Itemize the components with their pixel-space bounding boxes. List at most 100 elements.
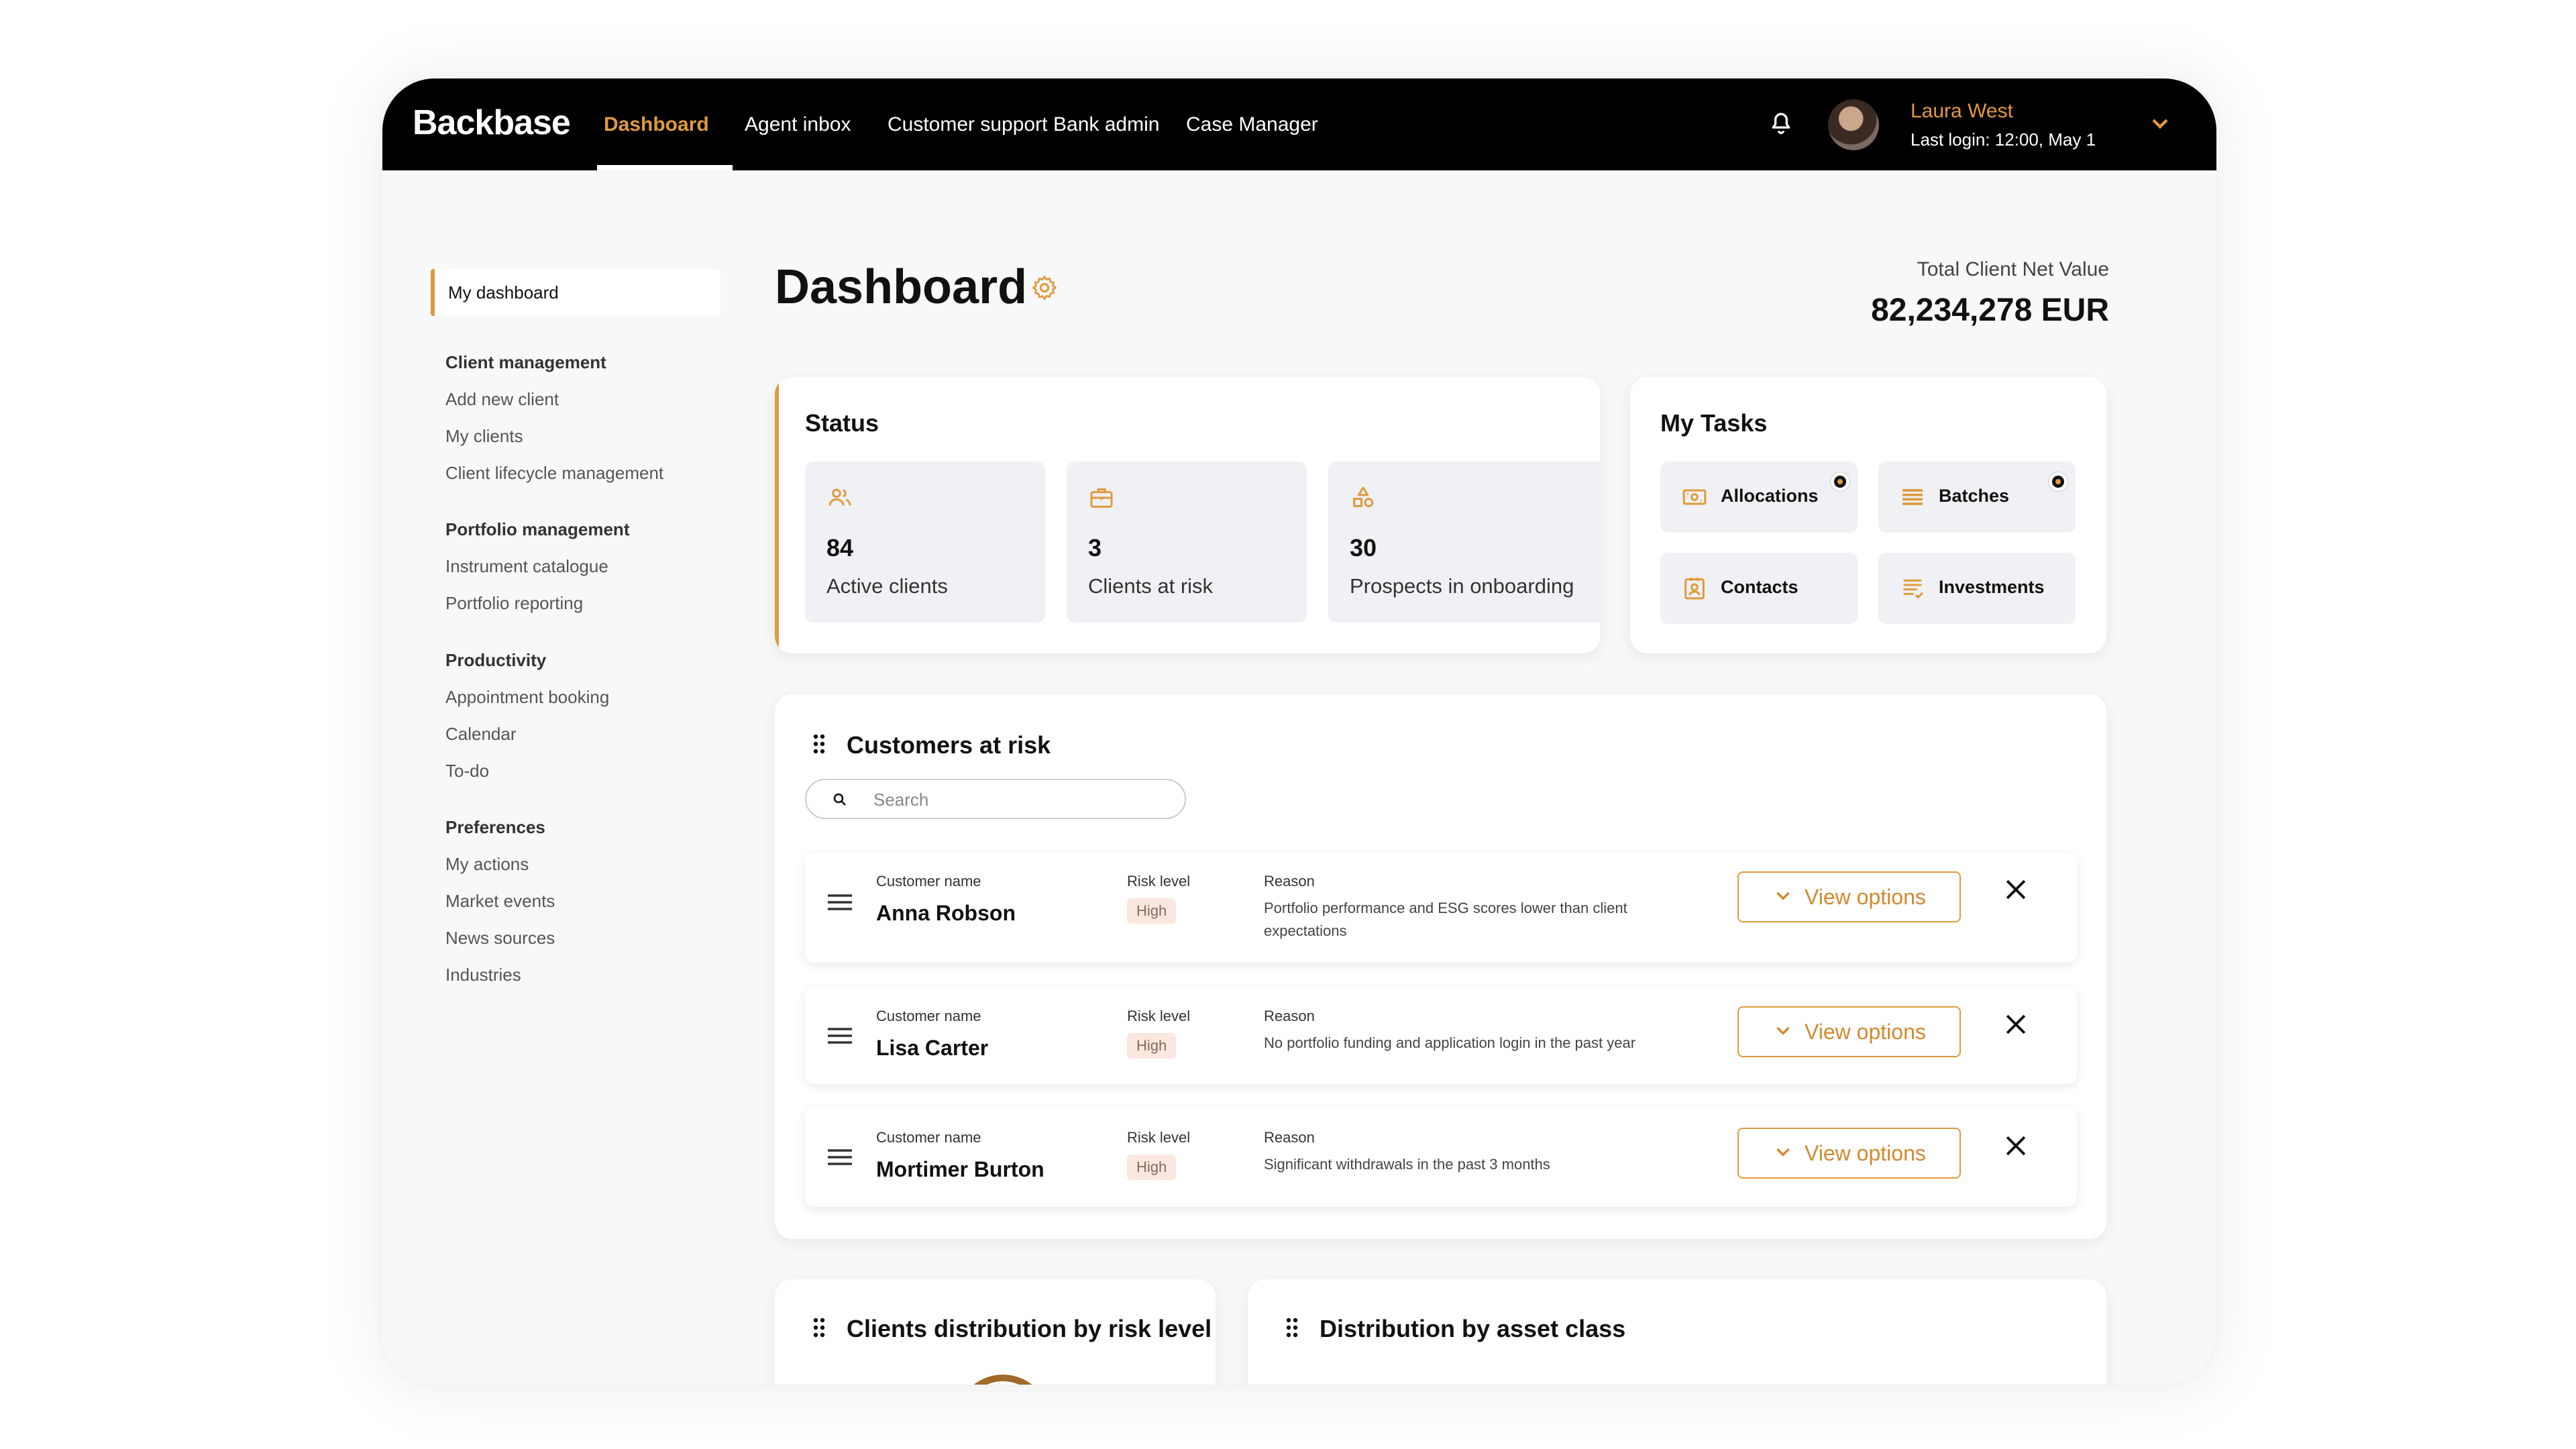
sidebar-item-my-actions[interactable]: My actions <box>445 854 529 875</box>
stat-tile-clients-at-risk[interactable]: 3 Clients at risk <box>1067 462 1307 623</box>
last-login-text: Last login: 12:00, May 1 <box>1911 129 2096 150</box>
sidebar-item-my-clients[interactable]: My clients <box>445 426 523 447</box>
shapes-icon <box>1353 486 1374 508</box>
contact-card-icon <box>1684 578 1705 600</box>
asset-class-card: Distribution by asset class <box>1248 1279 2106 1385</box>
close-icon[interactable] <box>2006 1014 2026 1034</box>
sidebar-item-my-dashboard[interactable]: My dashboard <box>431 269 720 316</box>
nav-customer-support[interactable]: Customer support <box>888 113 1047 136</box>
risk-level-label: Risk level <box>1127 1129 1191 1146</box>
customers-at-risk-title: Customers at risk <box>847 731 1051 759</box>
close-icon[interactable] <box>2006 1136 2026 1156</box>
search-input[interactable] <box>873 788 1169 811</box>
sidebar-item-appointment-booking[interactable]: Appointment booking <box>445 687 609 708</box>
sidebar-group-productivity: Productivity <box>445 650 547 670</box>
nav-case-manager[interactable]: Case Manager <box>1186 113 1318 136</box>
stat-value: 30 <box>1350 534 1377 561</box>
customer-name-label: Customer name <box>876 1008 981 1024</box>
sidebar-item-label: My dashboard <box>448 282 559 303</box>
risk-level-label: Risk level <box>1127 1008 1191 1024</box>
chevron-down-icon <box>1776 892 1790 900</box>
users-icon <box>828 488 851 506</box>
stat-value: 3 <box>1088 534 1102 561</box>
chevron-down-icon[interactable] <box>2151 117 2169 131</box>
document-lines-icon <box>1903 579 1924 599</box>
notification-dot <box>1831 472 1849 491</box>
cash-icon <box>1682 489 1707 505</box>
view-options-button[interactable]: View options <box>1737 871 1961 922</box>
reason-text: Portfolio performance and ESG scores low… <box>1264 900 1627 939</box>
customer-name[interactable]: Lisa Carter <box>876 1036 988 1061</box>
reason-label: Reason <box>1264 873 1315 890</box>
my-tasks-title: My Tasks <box>1660 409 1768 437</box>
risk-distribution-card: Clients distribution by risk level <box>775 1279 1216 1385</box>
risk-row: Customer name Anna Robson Risk level Hig… <box>805 853 2077 963</box>
risk-level-badge: High <box>1127 1155 1177 1180</box>
view-options-label: View options <box>1805 1020 1926 1044</box>
task-allocations[interactable]: Allocations <box>1660 462 1858 533</box>
status-card: Status 84 Active clients 3 Clients at ri… <box>775 377 1600 653</box>
task-batches[interactable]: Batches <box>1878 462 2076 533</box>
reason-label: Reason <box>1264 1129 1315 1146</box>
sidebar-item-portfolio-reporting[interactable]: Portfolio reporting <box>445 593 583 614</box>
app-window: Backbase Dashboard Agent inbox Customer … <box>382 78 2216 1385</box>
stat-label: Prospects in onboarding <box>1350 574 1574 598</box>
user-avatar[interactable] <box>1828 99 1879 150</box>
risk-level-badge: High <box>1127 898 1177 924</box>
notification-bell-icon[interactable] <box>1768 111 1794 138</box>
sidebar-group-portfolio-management: Portfolio management <box>445 519 630 539</box>
search-field[interactable] <box>805 779 1186 819</box>
nav-dashboard[interactable]: Dashboard <box>604 113 709 136</box>
reason-label: Reason <box>1264 1008 1315 1024</box>
risk-row: Customer name Mortimer Burton Risk level… <box>805 1108 2077 1207</box>
risk-level-label: Risk level <box>1127 873 1191 890</box>
row-menu-icon[interactable] <box>826 893 853 912</box>
customer-name[interactable]: Mortimer Burton <box>876 1157 1044 1182</box>
sidebar-item-add-new-client[interactable]: Add new client <box>445 389 559 410</box>
chevron-down-icon <box>1776 1148 1790 1157</box>
chevron-down-icon <box>1776 1026 1790 1035</box>
sidebar-item-client-lifecycle[interactable]: Client lifecycle management <box>445 463 663 484</box>
task-label: Allocations <box>1721 486 1819 506</box>
settings-gear-icon[interactable] <box>1030 274 1059 302</box>
nav-bank-admin[interactable]: Bank admin <box>1053 113 1159 136</box>
stat-tile-active-clients[interactable]: 84 Active clients <box>805 462 1045 623</box>
sidebar-item-to-do[interactable]: To-do <box>445 761 489 782</box>
sidebar-item-calendar[interactable]: Calendar <box>445 724 517 745</box>
sidebar-group-client-management: Client management <box>445 352 606 372</box>
row-menu-icon[interactable] <box>826 1148 853 1167</box>
sidebar-item-market-events[interactable]: Market events <box>445 891 555 912</box>
customer-name[interactable]: Anna Robson <box>876 901 1016 926</box>
drag-handle-icon[interactable] <box>812 1317 826 1338</box>
asset-class-title: Distribution by asset class <box>1320 1315 1626 1342</box>
net-value-amount: 82,234,278 EUR <box>1871 292 2109 328</box>
page-title: Dashboard <box>775 260 1028 314</box>
top-navigation-bar: Backbase Dashboard Agent inbox Customer … <box>382 78 2216 170</box>
task-investments[interactable]: Investments <box>1878 553 2076 624</box>
sidebar-item-instrument-catalogue[interactable]: Instrument catalogue <box>445 556 608 577</box>
stat-tile-prospects[interactable]: 30 Prospects in onboarding <box>1328 462 1600 623</box>
backbase-logo[interactable]: Backbase <box>413 103 571 143</box>
view-options-button[interactable]: View options <box>1737 1006 1961 1057</box>
task-contacts[interactable]: Contacts <box>1660 553 1858 624</box>
row-menu-icon[interactable] <box>826 1026 853 1045</box>
search-icon <box>833 793 846 806</box>
user-name[interactable]: Laura West <box>1911 100 2013 123</box>
close-icon[interactable] <box>2006 879 2026 900</box>
nav-agent-inbox[interactable]: Agent inbox <box>745 113 851 136</box>
view-options-label: View options <box>1805 885 1926 909</box>
reason-text: No portfolio funding and application log… <box>1264 1034 1636 1051</box>
reason-text: Significant withdrawals in the past 3 mo… <box>1264 1156 1550 1173</box>
list-icon <box>1902 489 1923 505</box>
view-options-button[interactable]: View options <box>1737 1128 1961 1179</box>
customers-at-risk-card: Customers at risk Customer name Anna Rob… <box>775 694 2106 1239</box>
drag-handle-icon[interactable] <box>812 733 826 755</box>
stat-label: Clients at risk <box>1088 574 1214 598</box>
risk-row: Customer name Lisa Carter Risk level Hig… <box>805 987 2077 1084</box>
briefcase-icon <box>1090 488 1113 508</box>
sidebar-item-industries[interactable]: Industries <box>445 965 521 985</box>
sidebar-item-news-sources[interactable]: News sources <box>445 928 555 949</box>
drag-handle-icon[interactable] <box>1285 1317 1299 1338</box>
customer-name-label: Customer name <box>876 1129 981 1146</box>
net-value-label: Total Client Net Value <box>1917 258 2109 280</box>
